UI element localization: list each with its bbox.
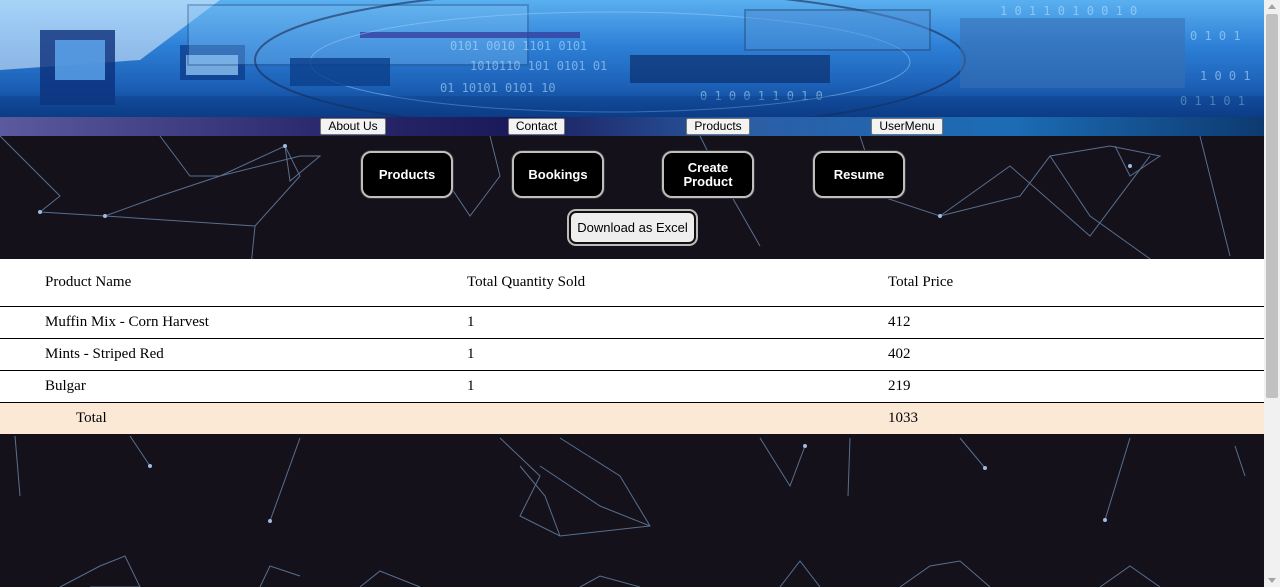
column-header-product-name: Product Name (0, 259, 422, 307)
cell-total-price: 412 (843, 306, 1264, 339)
nav-products-button[interactable]: Products (686, 118, 750, 135)
bookings-button[interactable]: Bookings (512, 151, 604, 198)
cell-quantity-sold: 1 (422, 306, 843, 339)
header-banner-image: 0101 0010 1101 0101 1010110 101 0101 01 … (0, 0, 1264, 117)
cell-quantity-sold: 1 (422, 370, 843, 403)
products-button[interactable]: Products (361, 151, 453, 198)
scroll-up-arrow-icon[interactable] (1268, 4, 1276, 9)
table-header-row: Product Name Total Quantity Sold Total P… (0, 259, 1264, 307)
cell-total-price: 219 (843, 370, 1264, 403)
table-total-row: Total 1033 (0, 402, 1264, 434)
cell-product-name: Muffin Mix - Corn Harvest (0, 306, 422, 339)
total-quantity-cell (422, 402, 843, 434)
resume-button[interactable]: Resume (813, 151, 905, 198)
column-header-total-quantity-sold: Total Quantity Sold (422, 259, 843, 307)
cell-total-price: 402 (843, 338, 1264, 371)
sales-summary-table: Product Name Total Quantity Sold Total P… (0, 259, 1264, 434)
svg-text:1010110 101 0101 01: 1010110 101 0101 01 (470, 59, 607, 73)
cell-product-name: Bulgar (0, 370, 422, 403)
scroll-down-arrow-icon[interactable] (1268, 578, 1276, 583)
nav-about-us-button[interactable]: About Us (320, 118, 386, 135)
cell-quantity-sold: 1 (422, 338, 843, 371)
svg-text:0 1 0 1: 0 1 0 1 (1190, 29, 1241, 43)
svg-text:1 0 1 1 0 1 0 0 1 0: 1 0 1 1 0 1 0 0 1 0 (1000, 4, 1137, 18)
svg-text:0101 0010 1101 0101: 0101 0010 1101 0101 (450, 39, 587, 53)
table-row: Muffin Mix - Corn Harvest 1 412 (0, 306, 1264, 339)
column-header-total-price: Total Price (843, 259, 1264, 307)
create-product-button[interactable]: Create Product (662, 151, 754, 198)
svg-text:1 0 0 1: 1 0 0 1 (1200, 69, 1251, 83)
table-row: Bulgar 1 219 (0, 370, 1264, 403)
total-label: Total (0, 402, 422, 434)
page: 0101 0010 1101 0101 1010110 101 0101 01 … (0, 0, 1264, 587)
cell-product-name: Mints - Striped Red (0, 338, 422, 371)
table-row: Mints - Striped Red 1 402 (0, 338, 1264, 371)
vertical-scrollbar[interactable] (1264, 0, 1280, 587)
nav-contact-button[interactable]: Contact (508, 118, 565, 135)
scrollbar-thumb[interactable] (1266, 14, 1278, 398)
svg-text:01 10101 0101 10: 01 10101 0101 10 (440, 81, 556, 95)
total-price-value: 1033 (843, 402, 1264, 434)
top-nav-bar: About Us Contact Products UserMenu (0, 117, 1264, 136)
nav-user-menu-button[interactable]: UserMenu (871, 118, 943, 135)
download-excel-button[interactable]: Download as Excel (569, 211, 696, 244)
